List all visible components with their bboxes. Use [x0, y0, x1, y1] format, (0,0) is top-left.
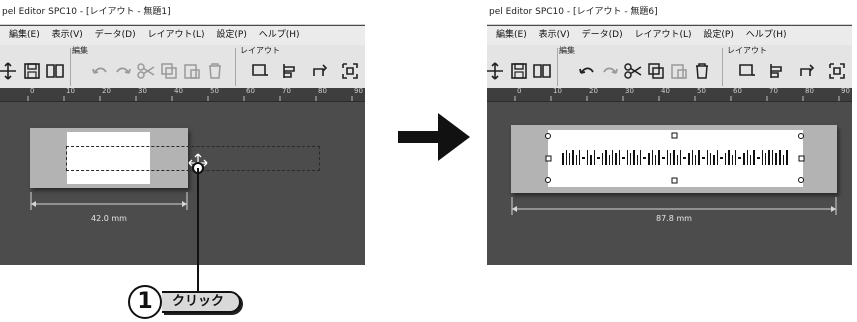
ruler-label: 40: [661, 87, 670, 95]
ruler-label: 10: [66, 87, 75, 95]
paste-icon[interactable]: [182, 61, 202, 81]
window-title: pel Editor SPC10 - [レイアウト - 無題1]: [0, 0, 365, 25]
undo-icon[interactable]: [577, 61, 597, 81]
ruler-label: 80: [805, 87, 814, 95]
layout-icon[interactable]: [737, 61, 757, 81]
menu-settings[interactable]: 設定(P): [703, 26, 733, 45]
toolbar-separator: [557, 48, 558, 86]
ruler-label: 90: [354, 87, 363, 95]
ruler-label: 80: [318, 87, 327, 95]
ruler-label: 20: [102, 87, 111, 95]
frame-icon[interactable]: [340, 61, 360, 81]
callout-leader: [197, 168, 199, 294]
cut-icon[interactable]: [136, 61, 156, 81]
paste-icon[interactable]: [669, 61, 689, 81]
menu-help[interactable]: ヘルプ(H): [259, 26, 300, 45]
redo-icon[interactable]: [113, 61, 133, 81]
menu-data[interactable]: データ(D): [95, 26, 136, 45]
ruler-label: 70: [282, 87, 291, 95]
dimension-label: 87.8 mm: [656, 214, 692, 223]
right-editor-window: pel Editor SPC10 - [レイアウト - 無題6] 編集(E) 表…: [487, 0, 852, 265]
move-icon[interactable]: [0, 61, 18, 81]
rotate-icon[interactable]: [797, 61, 817, 81]
menu-view[interactable]: 表示(V): [539, 26, 570, 45]
menu-edit[interactable]: 編集(E): [496, 26, 527, 45]
align-icon[interactable]: [767, 61, 787, 81]
rotate-icon[interactable]: [310, 61, 330, 81]
dimension-label: 42.0 mm: [91, 214, 127, 223]
toolbar-separator: [722, 48, 723, 86]
group-label-layout: レイアウト: [240, 46, 280, 55]
window-title: pel Editor SPC10 - [レイアウト - 無題6]: [487, 0, 852, 25]
toolbar: 編集 レイアウト: [0, 45, 365, 88]
group-label-edit: 編集: [559, 46, 575, 55]
align-icon[interactable]: [280, 61, 300, 81]
ruler-label: 50: [697, 87, 706, 95]
menu-layout[interactable]: レイアウト(L): [147, 26, 204, 45]
layout-canvas[interactable]: 87.8 mm: [487, 102, 852, 265]
undo-icon[interactable]: [90, 61, 110, 81]
group-label-layout: レイアウト: [727, 46, 767, 55]
ruler-label: 20: [589, 87, 598, 95]
menu-help[interactable]: ヘルプ(H): [746, 26, 787, 45]
ruler-label: 10: [553, 87, 562, 95]
save-icon[interactable]: [509, 61, 529, 81]
copy-icon[interactable]: [646, 61, 666, 81]
toolbar: 編集 レイアウト: [487, 45, 852, 88]
dimension-line: [30, 192, 188, 210]
copy-icon[interactable]: [159, 61, 179, 81]
menu-data[interactable]: データ(D): [582, 26, 623, 45]
layout-icon[interactable]: [250, 61, 270, 81]
ruler-label: 50: [210, 87, 219, 95]
book-icon[interactable]: [532, 61, 552, 81]
cut-icon[interactable]: [623, 61, 643, 81]
toolbar-separator: [235, 48, 236, 86]
save-icon[interactable]: [22, 61, 42, 81]
selection-handles[interactable]: [511, 125, 837, 193]
layout-canvas[interactable]: 42.0 mm: [0, 102, 365, 265]
arrow-right-icon: [398, 113, 470, 161]
redo-icon[interactable]: [600, 61, 620, 81]
ruler-label: 30: [138, 87, 147, 95]
ruler-label: 0: [517, 87, 522, 95]
menu-bar: 編集(E) 表示(V) データ(D) レイアウト(L) 設定(P) ヘルプ(H): [0, 26, 365, 45]
toolbar-separator: [70, 48, 71, 86]
menu-layout[interactable]: レイアウト(L): [634, 26, 691, 45]
callout-number: 1: [128, 285, 162, 319]
menu-edit[interactable]: 編集(E): [9, 26, 40, 45]
ruler: 0 10 20 30 40 50 60 70 80 90: [0, 87, 365, 102]
left-editor-window: pel Editor SPC10 - [レイアウト - 無題1] 編集(E) 表…: [0, 0, 365, 265]
callout-text: クリック: [162, 291, 242, 313]
move-icon[interactable]: [487, 61, 505, 81]
book-icon[interactable]: [45, 61, 65, 81]
delete-icon[interactable]: [205, 61, 225, 81]
menu-view[interactable]: 表示(V): [52, 26, 83, 45]
ruler-label: 90: [841, 87, 850, 95]
group-label-edit: 編集: [72, 46, 88, 55]
ruler: 0 10 20 30 40 50 60 70 80 90: [487, 87, 852, 102]
frame-icon[interactable]: [827, 61, 847, 81]
ruler-label: 40: [174, 87, 183, 95]
ruler-label: 60: [246, 87, 255, 95]
ruler-label: 0: [30, 87, 35, 95]
ruler-label: 30: [625, 87, 634, 95]
delete-icon[interactable]: [692, 61, 712, 81]
ruler-label: 70: [769, 87, 778, 95]
menu-settings[interactable]: 設定(P): [216, 26, 246, 45]
menu-bar: 編集(E) 表示(V) データ(D) レイアウト(L) 設定(P) ヘルプ(H): [487, 26, 852, 45]
ruler-label: 60: [733, 87, 742, 95]
